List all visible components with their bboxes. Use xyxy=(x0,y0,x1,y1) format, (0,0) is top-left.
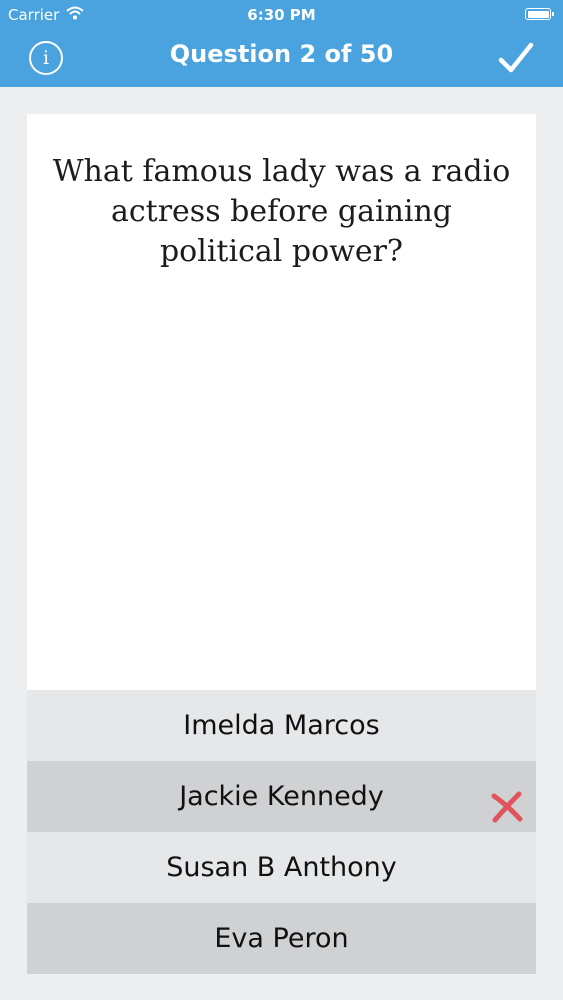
header-bar: Carrier 6:30 PM i Question 2 of 50 xyxy=(0,0,563,87)
battery-icon xyxy=(525,8,554,20)
answer-option-1[interactable]: Imelda Marcos xyxy=(27,690,536,761)
status-time: 6:30 PM xyxy=(247,6,316,24)
answer-label: Imelda Marcos xyxy=(183,710,380,741)
navigation-bar: i Question 2 of 50 xyxy=(0,30,563,87)
answer-label: Jackie Kennedy xyxy=(179,781,384,812)
answer-label: Eva Peron xyxy=(214,923,349,954)
answer-list: Imelda Marcos Jackie Kennedy Susan B Ant… xyxy=(27,690,536,974)
answer-option-4[interactable]: Eva Peron xyxy=(27,903,536,974)
status-bar: Carrier 6:30 PM xyxy=(0,0,563,30)
question-card: What famous lady was a radio actress bef… xyxy=(27,114,536,690)
answer-option-3[interactable]: Susan B Anthony xyxy=(27,832,536,903)
answer-label: Susan B Anthony xyxy=(166,852,397,883)
wrong-answer-icon xyxy=(490,780,524,823)
checkmark-icon[interactable] xyxy=(498,41,534,75)
answer-option-2[interactable]: Jackie Kennedy xyxy=(27,761,536,832)
question-text: What famous lady was a radio actress bef… xyxy=(52,154,511,269)
page-title: Question 2 of 50 xyxy=(169,40,394,68)
